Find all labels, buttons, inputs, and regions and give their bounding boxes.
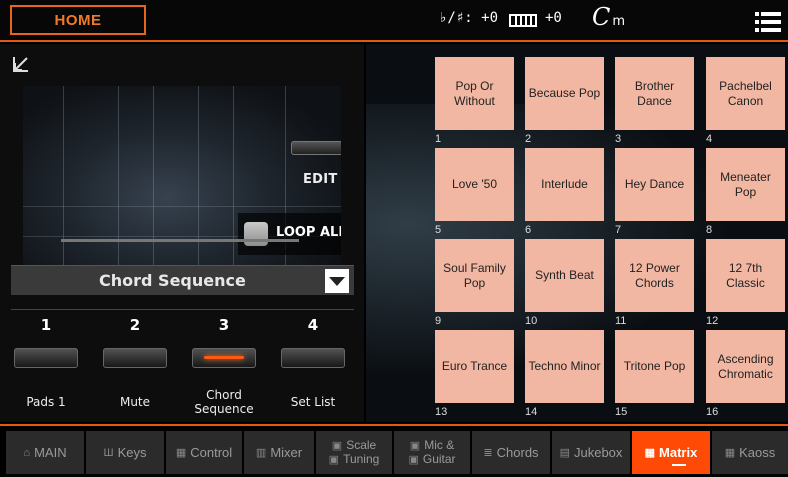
pad-10[interactable]: Synth Beat xyxy=(525,239,604,312)
pad-number: 1 xyxy=(435,133,442,145)
pad-number: 16 xyxy=(706,406,719,418)
mixer-icon: ▥ xyxy=(255,447,267,459)
slot-3: 3 Chord Sequence xyxy=(190,314,258,416)
edit-label: EDIT xyxy=(303,172,338,187)
pad-number: 5 xyxy=(435,224,442,236)
loop-all-checkbox[interactable] xyxy=(244,222,268,246)
slot-number: 1 xyxy=(40,316,52,334)
tab-mixer[interactable]: ▥ Mixer xyxy=(244,431,314,474)
dropdown-value: Chord Sequence xyxy=(99,271,246,290)
pad-number: 12 xyxy=(706,315,719,327)
edit-button[interactable] xyxy=(291,141,341,155)
position-slider[interactable] xyxy=(61,239,299,242)
slot-number: 3 xyxy=(218,316,230,334)
tab-kaoss[interactable]: ▦ Kaoss xyxy=(712,431,788,474)
bottom-tab-bar: ⌂ MAIN Ш Keys ▦ Control ▥ Mixer ▣ Scale ▣ Tuni… xyxy=(0,424,788,477)
pad-14[interactable]: Techno Minor xyxy=(525,330,604,403)
tab-mic-guitar[interactable]: ▣ Mic & ▣ Guitar xyxy=(394,431,470,474)
home-button[interactable]: HOME xyxy=(10,5,146,35)
scale-icon: ▣ xyxy=(331,439,343,452)
keys-icon: Ш xyxy=(103,446,114,459)
divider xyxy=(11,309,354,310)
slot-4: 4 Set List xyxy=(279,314,347,409)
dropdown-arrow-icon[interactable] xyxy=(325,269,349,293)
tuning-icon: ▣ xyxy=(328,453,340,466)
pad-9[interactable]: Soul Family Pop xyxy=(435,239,514,312)
slot-label[interactable]: Mute xyxy=(93,384,177,420)
mode-dropdown[interactable]: Chord Sequence xyxy=(11,265,354,295)
pad-number: 9 xyxy=(435,315,442,327)
pad-number: 13 xyxy=(435,406,448,418)
pad-1[interactable]: Pop Or Without xyxy=(435,57,514,130)
tab-keys[interactable]: Ш Keys xyxy=(86,431,164,474)
jukebox-icon: ▤ xyxy=(559,447,570,459)
keyboard-icon[interactable] xyxy=(509,14,537,27)
pad-number: 4 xyxy=(706,133,713,145)
tab-chords[interactable]: ≣ Chords xyxy=(472,431,550,474)
tab-scale-tuning[interactable]: ▣ Scale ▣ Tuning xyxy=(316,431,392,474)
home-icon: ⌂ xyxy=(23,446,31,459)
pad-11[interactable]: 12 Power Chords xyxy=(615,239,694,312)
pad-8[interactable]: Meneater Pop xyxy=(706,148,785,221)
pad-number: 3 xyxy=(615,133,622,145)
slot-label[interactable]: Pads 1 xyxy=(4,384,88,420)
slot-label[interactable]: Chord Sequence xyxy=(189,384,259,420)
loop-all-label: LOOP ALL xyxy=(276,225,341,240)
pad-number: 8 xyxy=(706,224,713,236)
key-root: C xyxy=(592,3,611,31)
pad-15[interactable]: Tritone Pop xyxy=(615,330,694,403)
loop-all-toggle[interactable]: LOOP ALL xyxy=(238,213,341,255)
pad-matrix: Pop Or Without 1 Because Pop 2 Brother Dance… xyxy=(366,44,788,422)
slot-number: 4 xyxy=(307,316,319,334)
pad-16[interactable]: Ascending Chromatic xyxy=(706,330,785,403)
slot-button[interactable] xyxy=(281,348,345,368)
pad-number: 7 xyxy=(615,224,622,236)
matrix-icon: ▦ xyxy=(644,447,656,459)
octave-readout[interactable]: +0 xyxy=(545,10,562,26)
pad-3[interactable]: Brother Dance xyxy=(615,57,694,130)
slot-button[interactable] xyxy=(103,348,167,368)
pad-7[interactable]: Hey Dance xyxy=(615,148,694,221)
slot-button[interactable] xyxy=(14,348,78,368)
left-panel: EDIT LOOP ALL Chord Sequence 1 Pads 1 2 … xyxy=(0,44,364,422)
tab-control[interactable]: ▦ Control xyxy=(166,431,242,474)
collapse-arrow-icon[interactable] xyxy=(12,55,30,73)
slot-number: 2 xyxy=(129,316,141,334)
slot-button-active[interactable] xyxy=(192,348,256,368)
pad-number: 11 xyxy=(615,315,627,327)
pad-13[interactable]: Euro Trance xyxy=(435,330,514,403)
menu-icon[interactable] xyxy=(755,12,781,32)
transpose-readout[interactable]: ♭/♯: +0 xyxy=(439,10,498,26)
tab-jukebox[interactable]: ▤ Jukebox xyxy=(552,431,630,474)
guitar-icon: ▣ xyxy=(408,453,419,466)
slot-1: 1 Pads 1 xyxy=(12,314,80,409)
mic-icon: ▣ xyxy=(409,439,421,452)
tab-main[interactable]: ⌂ MAIN xyxy=(6,431,84,474)
status-bar: HOME ♭/♯: +0 +0 Cm xyxy=(0,0,788,42)
pad-4[interactable]: Pachelbel Canon xyxy=(706,57,785,130)
pad-number: 2 xyxy=(525,133,532,145)
pad-number: 6 xyxy=(525,224,532,236)
slot-2: 2 Mute xyxy=(101,314,169,409)
chords-icon: ≣ xyxy=(483,447,493,459)
slot-label[interactable]: Set List xyxy=(271,384,355,420)
pad-6[interactable]: Interlude xyxy=(525,148,604,221)
control-icon: ▦ xyxy=(175,447,187,459)
pad-5[interactable]: Love '50 xyxy=(435,148,514,221)
kaoss-icon: ▦ xyxy=(724,447,736,459)
pad-number: 14 xyxy=(525,406,538,418)
pad-2[interactable]: Because Pop xyxy=(525,57,604,130)
key-mode: m xyxy=(612,14,626,29)
tab-matrix[interactable]: ▦ Matrix xyxy=(632,431,710,474)
pad-number: 15 xyxy=(615,406,628,418)
video-preview: EDIT LOOP ALL xyxy=(23,86,341,272)
key-signature[interactable]: Cm xyxy=(592,3,625,31)
pad-number: 10 xyxy=(525,315,538,327)
pad-12[interactable]: 12 7th Classic xyxy=(706,239,785,312)
